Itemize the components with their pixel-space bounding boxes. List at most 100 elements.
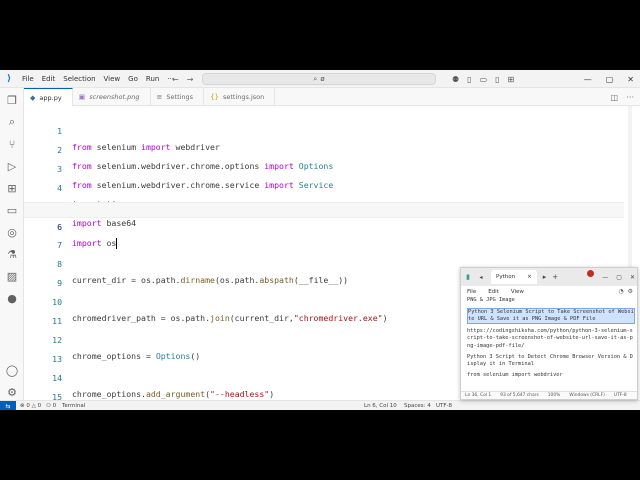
image-preview-icon[interactable]: ▨	[4, 268, 20, 284]
menu-view[interactable]: View	[100, 70, 125, 88]
notepad-encoding: UTF-8	[613, 393, 627, 398]
note-paragraph-selected: Python 3 Selenium Script to Take Screens…	[467, 307, 635, 325]
tab-label: settings.json	[223, 93, 265, 101]
notepad-menu-view[interactable]: View	[511, 289, 524, 295]
new-tab-icon[interactable]: +	[552, 273, 558, 281]
problems-indicator[interactable]: ⊗ 0 △ 0	[20, 401, 41, 410]
navigation-arrows: ← →	[172, 70, 193, 88]
explorer-icon[interactable]: ❐	[4, 92, 20, 108]
code-line: 5 import base64	[24, 183, 624, 228]
command-center-suffix: ø	[320, 75, 325, 83]
remote-explorer-icon[interactable]: ▭	[4, 202, 20, 218]
split-editor-icon[interactable]: ◫	[610, 88, 618, 106]
file-encoding[interactable]: UTF-8	[436, 401, 452, 410]
customize-layout-icon[interactable]: ⊞	[508, 75, 515, 84]
note-paragraph: Python 3 Script to Detect Chrome Browser…	[467, 353, 633, 367]
more-actions-icon[interactable]: ···	[626, 88, 634, 106]
tab-label: app.py	[39, 93, 62, 102]
notification-badge-icon	[587, 270, 594, 277]
notepad-status-bar: Ln 36, Col 1 93 of 5,647 chars 100% Wind…	[461, 391, 637, 399]
minimize-icon[interactable]: —	[602, 274, 608, 281]
notepad-menu-bar: File Edit View ◔ ⚙	[461, 286, 637, 297]
indentation[interactable]: Spaces: 4	[404, 401, 431, 410]
layout-actions: ⚉ ▯ ▭ ▯ ⊞	[452, 70, 514, 88]
menu-run[interactable]: Run	[142, 70, 163, 88]
note-paragraph: https://codingshiksha.com/python/python-…	[467, 328, 633, 349]
accounts-extension-icon[interactable]: ◎	[4, 224, 20, 240]
back-arrow-icon[interactable]: ←	[172, 75, 179, 84]
close-icon[interactable]: ✕	[630, 274, 635, 281]
tab-close-icon[interactable]: ×	[527, 274, 532, 280]
json-file-icon: {}	[210, 93, 219, 101]
menu-edit[interactable]: Edit	[38, 70, 60, 88]
window-controls: — ▢ ✕	[584, 70, 638, 88]
code-line: 2 from selenium.webdriver.chrome.options…	[24, 126, 624, 171]
cursor-position[interactable]: Ln 6, Col 10	[364, 401, 397, 410]
notepad-tab[interactable]: Python ×	[491, 270, 537, 284]
code-line: 4 import time	[24, 164, 624, 209]
notepad-tab-label: Python	[496, 274, 516, 280]
scroll-tabs-left-icon[interactable]: ◂	[475, 274, 487, 281]
notepad-cursor-position: Ln 36, Col 1	[465, 393, 492, 398]
tab-label: Settings	[166, 93, 194, 101]
testing-icon[interactable]: ⚗	[4, 246, 20, 262]
remote-indicator-icon[interactable]: ⇆	[0, 401, 16, 410]
notepad-app-icon: ▮	[466, 273, 470, 281]
image-file-icon: ▣	[78, 93, 86, 101]
account-icon[interactable]: ◯	[4, 362, 20, 378]
copilot-icon[interactable]: ⚉	[452, 75, 459, 84]
notepad-tab-strip: ▮ ◂ Python × ▸ + — ▢ ✕	[461, 268, 637, 286]
forward-arrow-icon[interactable]: →	[187, 75, 194, 84]
notepad-menu-edit[interactable]: Edit	[488, 289, 499, 295]
notepad-char-count: 93 of 5,647 chars	[500, 393, 539, 398]
notepad-eol: Windows (CRLF)	[569, 393, 605, 398]
notepad-text-area[interactable]: PNG & JPG Image Python 3 Selenium Script…	[467, 297, 635, 383]
ports-indicator[interactable]: ⚇ 0	[46, 401, 56, 410]
extension-badge-icon[interactable]: ●	[4, 290, 20, 306]
extensions-icon[interactable]: ⊞	[4, 180, 20, 196]
notepad-window: ▮ ◂ Python × ▸ + — ▢ ✕ File Edit View ◔ …	[460, 267, 638, 400]
code-line: 1 from selenium import webdriver	[24, 107, 624, 152]
code-line-current: 6 import os	[24, 202, 624, 249]
tab-settings-json[interactable]: {} settings.json	[204, 88, 276, 106]
copilot-icon[interactable]: ◔	[618, 288, 623, 295]
menu-selection[interactable]: Selection	[59, 70, 99, 88]
command-center-search[interactable]: ⌕ ø	[202, 73, 436, 85]
status-bar: ⇆ ⊗ 0 △ 0 ⚇ 0 Terminal Ln 6, Col 10 Spac…	[0, 400, 640, 410]
settings-file-icon: ≡	[156, 93, 163, 101]
add-tab-icon[interactable]: ▸	[543, 273, 547, 281]
run-debug-icon[interactable]: ▷	[4, 158, 20, 174]
tab-app-py[interactable]: ◆ app.py	[24, 88, 73, 106]
tab-settings[interactable]: ≡ Settings	[151, 88, 205, 106]
maximize-icon[interactable]: ▢	[606, 75, 614, 84]
note-paragraph: PNG & JPG Image	[467, 297, 515, 303]
notepad-toolbar-right: ◔ ⚙	[618, 286, 633, 297]
code-line: 8 current_dir = os.path.dirname(os.path.…	[24, 240, 624, 285]
vscode-window: ⟩ File Edit Selection View Go Run ··· ← …	[0, 70, 640, 410]
toggle-sidebar-icon[interactable]: ▯	[467, 75, 471, 84]
notepad-menu-file[interactable]: File	[467, 289, 476, 295]
tab-screenshot-png[interactable]: ▣ screenshot.png	[73, 88, 151, 106]
minimize-icon[interactable]: —	[584, 75, 592, 84]
code-line: 7	[24, 221, 624, 250]
code-line: 3 from selenium.webdriver.chrome.service…	[24, 145, 624, 190]
terminal-button[interactable]: Terminal	[62, 401, 85, 410]
activity-bar: ❐ ⌕ ⑂ ▷ ⊞ ▭ ◎ ⚗ ▨ ● ◯ ⚙	[0, 88, 24, 400]
menu-go[interactable]: Go	[124, 70, 142, 88]
title-bar: ⟩ File Edit Selection View Go Run ··· ← …	[0, 70, 640, 88]
search-icon: ⌕	[313, 74, 318, 83]
search-icon[interactable]: ⌕	[4, 114, 20, 130]
menu-file[interactable]: File	[18, 70, 38, 88]
maximize-icon[interactable]: ▢	[616, 274, 622, 281]
manage-gear-icon[interactable]: ⚙	[4, 384, 20, 400]
toggle-panel-icon[interactable]: ▭	[480, 75, 488, 84]
tab-label: screenshot.png	[89, 93, 140, 101]
toggle-secondary-sidebar-icon[interactable]: ▯	[495, 75, 499, 84]
settings-gear-icon[interactable]: ⚙	[628, 288, 633, 295]
vscode-logo-icon: ⟩	[6, 73, 12, 84]
source-control-icon[interactable]: ⑂	[4, 136, 20, 152]
notepad-zoom: 100%	[547, 393, 561, 398]
close-icon[interactable]: ✕	[627, 75, 634, 84]
line-number: 15	[52, 392, 62, 400]
notepad-window-controls: — ▢ ✕	[602, 268, 635, 286]
